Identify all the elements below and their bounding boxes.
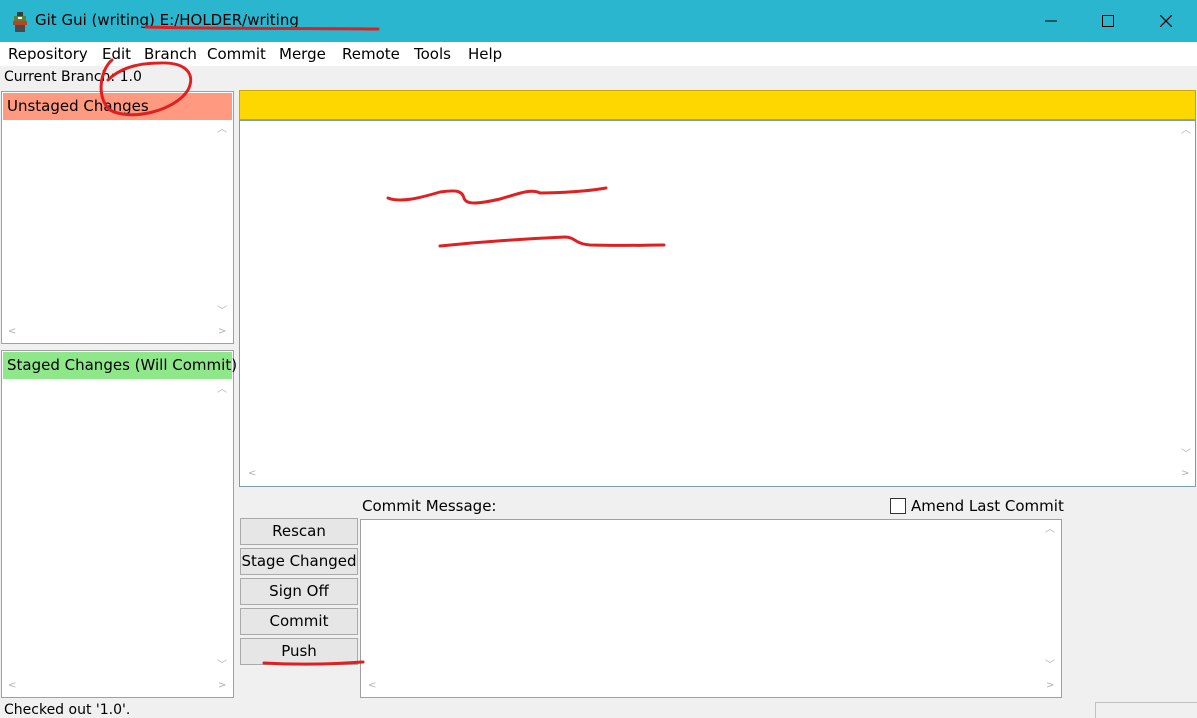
menu-remote[interactable]: Remote (342, 45, 400, 63)
menu-bar: Repository Edit Branch Commit Merge Remo… (0, 42, 1197, 66)
scroll-down-icon[interactable]: ﹀ (217, 661, 227, 671)
scroll-right-icon[interactable]: > (1046, 681, 1054, 691)
staged-horizontal-scrollbar[interactable]: < > (2, 678, 230, 695)
diff-viewer[interactable] (239, 120, 1196, 487)
staged-changes-list[interactable] (1, 350, 234, 698)
commit-horizontal-scrollbar[interactable]: < > (362, 678, 1060, 695)
stage-changed-button[interactable]: Stage Changed (240, 548, 358, 575)
commit-vertical-scrollbar[interactable]: ︿ ﹀ (1041, 521, 1058, 678)
menu-tools[interactable]: Tools (414, 45, 451, 63)
scroll-down-icon[interactable]: ﹀ (217, 307, 227, 317)
staged-changes-header: Staged Changes (Will Commit) (3, 352, 237, 379)
diff-header-bar (239, 90, 1196, 120)
commit-message-label: Commit Message: (362, 497, 497, 515)
close-icon (1160, 15, 1172, 27)
rescan-button[interactable]: Rescan (240, 518, 358, 545)
scroll-up-icon[interactable]: ︿ (1045, 525, 1055, 535)
menu-help[interactable]: Help (468, 45, 502, 63)
unstaged-changes-list[interactable] (1, 91, 234, 344)
unstaged-horizontal-scrollbar[interactable]: < > (2, 324, 230, 341)
push-button[interactable]: Push (240, 638, 358, 665)
maximize-icon (1102, 15, 1114, 27)
scroll-left-icon[interactable]: < (8, 327, 16, 337)
minimize-button[interactable] (1022, 0, 1080, 42)
diff-horizontal-scrollbar[interactable]: < > (241, 466, 1194, 483)
current-branch-label: Current Branch: 1.0 (4, 69, 142, 85)
status-bar-grip (1095, 702, 1197, 718)
sign-off-button[interactable]: Sign Off (240, 578, 358, 605)
menu-edit[interactable]: Edit (102, 45, 131, 63)
scroll-right-icon[interactable]: > (1181, 469, 1189, 479)
scroll-right-icon[interactable]: > (218, 681, 226, 691)
commit-button[interactable]: Commit (240, 608, 358, 635)
menu-commit[interactable]: Commit (207, 45, 266, 63)
scroll-up-icon[interactable]: ︿ (217, 385, 227, 395)
scroll-up-icon[interactable]: ︿ (217, 125, 227, 135)
amend-last-commit-label[interactable]: Amend Last Commit (911, 497, 1064, 515)
minimize-icon (1045, 20, 1057, 22)
maximize-button[interactable] (1079, 0, 1137, 42)
scroll-left-icon[interactable]: < (248, 469, 256, 479)
diff-vertical-scrollbar[interactable]: ︿ ﹀ (1177, 122, 1194, 466)
scroll-up-icon[interactable]: ︿ (1181, 126, 1191, 136)
scroll-down-icon[interactable]: ﹀ (1181, 450, 1191, 460)
staged-vertical-scrollbar[interactable]: ︿ ﹀ (213, 381, 230, 677)
window-title: Git Gui (writing) E:/HOLDER/writing (35, 11, 299, 29)
menu-repository[interactable]: Repository (8, 45, 88, 63)
scroll-left-icon[interactable]: < (368, 681, 376, 691)
menu-merge[interactable]: Merge (279, 45, 326, 63)
close-button[interactable] (1137, 0, 1195, 42)
scroll-right-icon[interactable]: > (218, 327, 226, 337)
git-gui-app-icon (11, 12, 29, 32)
unstaged-vertical-scrollbar[interactable]: ︿ ﹀ (213, 121, 230, 324)
amend-last-commit-checkbox[interactable] (890, 498, 906, 514)
unstaged-changes-header: Unstaged Changes (3, 93, 232, 120)
scroll-down-icon[interactable]: ﹀ (1045, 661, 1055, 671)
status-bar-text: Checked out '1.0'. (4, 702, 131, 718)
menu-branch[interactable]: Branch (144, 45, 197, 63)
commit-message-input[interactable] (360, 519, 1062, 698)
scroll-left-icon[interactable]: < (8, 681, 16, 691)
